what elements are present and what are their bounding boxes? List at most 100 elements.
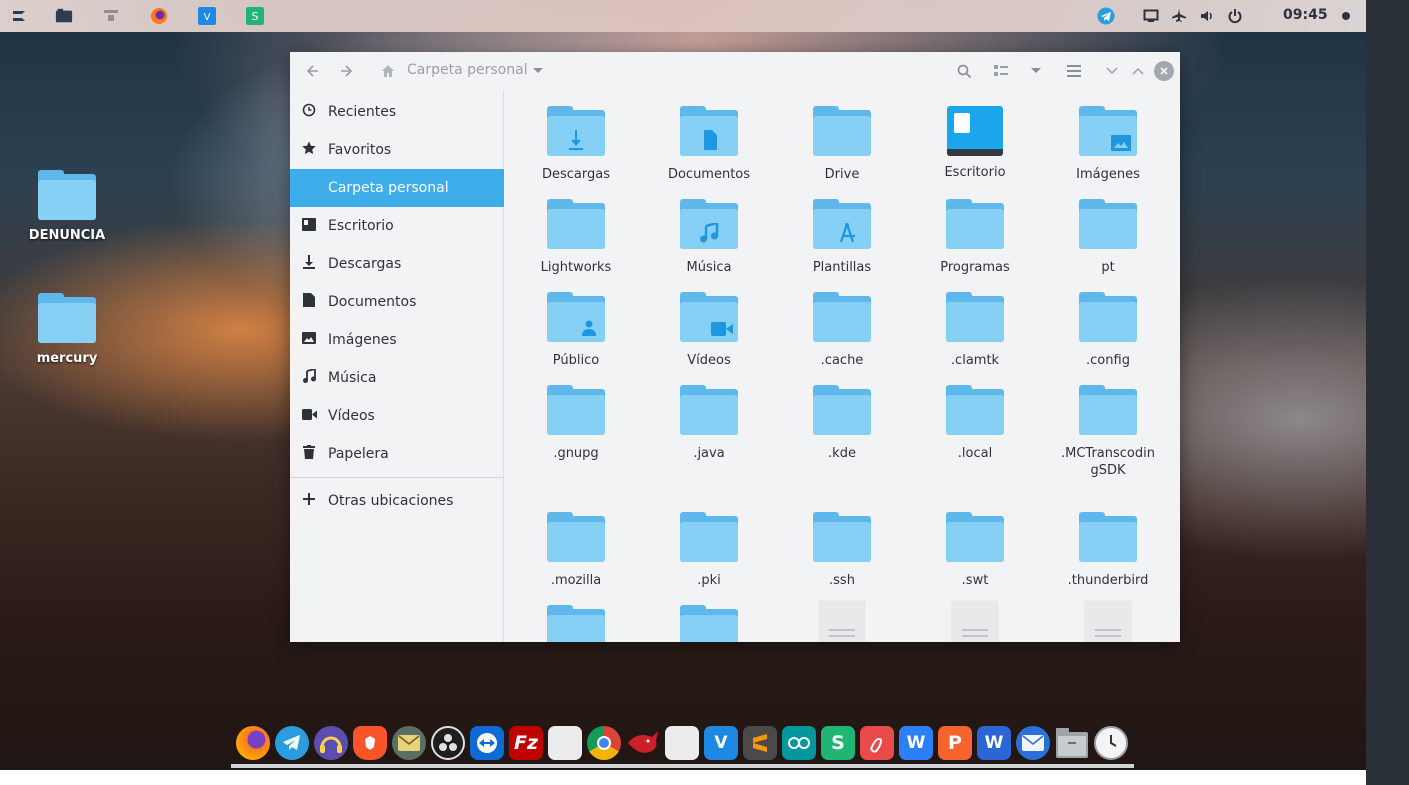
screen-icon[interactable] [1142,7,1160,25]
telegram-icon[interactable] [275,726,309,760]
sidebar-item-musica[interactable]: Música [290,359,504,397]
sidebar-item-label: Documentos [328,294,417,310]
sidebar-item-documentos[interactable]: Documentos [290,283,504,321]
workspace-icon[interactable] [55,7,73,25]
sheets-icon[interactable]: S [246,7,264,25]
close-icon[interactable] [1154,61,1174,81]
telegram-icon[interactable] [1097,7,1115,25]
vscode-icon[interactable]: V [704,726,738,760]
word-icon[interactable]: W [977,726,1011,760]
thunderbird-icon[interactable] [1016,726,1050,760]
sidebar-item-descargas[interactable]: Descargas [290,245,504,283]
clock-icon[interactable] [1094,726,1128,760]
search-icon[interactable] [954,61,974,81]
vscode-icon[interactable]: V [198,7,216,25]
sidebar-item-papelera[interactable]: Papelera [290,435,504,473]
path-bar-current[interactable]: Carpeta personal [407,62,528,78]
folder-icon [680,605,738,642]
folder-icon [1079,292,1137,344]
desktop-icon-mercury[interactable]: mercury [22,293,112,366]
maximize-icon[interactable] [1128,61,1148,81]
file-item-partial[interactable] [1048,601,1168,642]
teamviewer-icon[interactable] [470,726,504,760]
file-item-imagenes[interactable]: Imágenes [1048,106,1168,183]
arduino-icon[interactable] [782,726,816,760]
forward-arrow-icon[interactable] [336,61,356,81]
mail-app-icon[interactable] [392,726,426,760]
file-item-partial[interactable] [649,605,769,642]
airplane-icon[interactable] [1170,7,1188,25]
file-item-label: .config [1086,353,1130,368]
presentation-icon[interactable]: P [938,726,972,760]
firefox-icon[interactable] [236,726,270,760]
file-item-videos[interactable]: Vídeos [649,292,769,369]
file-item-mctranscodingsdk[interactable]: .MCTranscodingSDK [1048,385,1168,479]
file-item-java[interactable]: .java [649,385,769,462]
file-item-descargas[interactable]: Descargas [516,106,636,183]
obs-icon[interactable] [431,726,465,760]
file-item-pki[interactable]: .pki [649,512,769,589]
notification-dot-icon[interactable] [1337,7,1355,25]
sidebar-item-recientes[interactable]: Recientes [290,93,504,131]
view-list-icon[interactable] [991,61,1011,81]
home-icon[interactable] [378,61,398,81]
file-item-escritorio[interactable]: Escritorio [915,106,1035,181]
file-item-publico[interactable]: Público [516,292,636,369]
file-item-thunderbird[interactable]: .thunderbird [1048,512,1168,589]
pdf-icon[interactable] [860,726,894,760]
sidebar-item-favoritos[interactable]: Favoritos [290,131,504,169]
file-item-local[interactable]: .local [915,385,1035,462]
sidebar-item-otras-ubicaciones[interactable]: Otras ubicaciones [290,482,504,520]
file-item-clamtk[interactable]: .clamtk [915,292,1035,369]
minimize-icon[interactable] [1102,61,1122,81]
view-options-chevron-icon[interactable] [1026,61,1046,81]
file-item-swt[interactable]: .swt [915,512,1035,589]
desktop-icon-denuncia[interactable]: DENUNCIA [22,170,112,243]
file-item-gnupg[interactable]: .gnupg [516,385,636,462]
file-item-programas[interactable]: Programas [915,199,1035,276]
power-icon[interactable] [1226,7,1244,25]
file-item-label: Descargas [541,167,610,182]
sublime-icon[interactable] [743,726,777,760]
back-arrow-icon[interactable] [303,61,323,81]
files-icon[interactable] [1055,726,1089,760]
file-item-documentos[interactable]: Documentos [649,106,769,183]
chrome-icon[interactable] [587,726,621,760]
sidebar-item-escritorio[interactable]: Escritorio [290,207,504,245]
zorin-menu-icon[interactable] [10,7,28,25]
file-item-partial[interactable] [516,605,636,642]
clock-label[interactable]: 09:45 [1283,7,1328,23]
file-item-lightworks[interactable]: Lightworks [516,199,636,276]
sidebar-item-carpeta-personal[interactable]: Carpeta personal [290,169,504,207]
sheets-icon[interactable]: S [821,726,855,760]
sidebar-item-label: Imágenes [328,332,397,348]
hamburger-menu-icon[interactable] [1064,61,1084,81]
file-item-kde[interactable]: .kde [782,385,902,462]
file-item-partial[interactable] [915,601,1035,642]
file-item-drive[interactable]: Drive [782,106,902,183]
network-icon[interactable] [102,7,120,25]
path-menu-chevron-icon[interactable] [528,61,548,81]
file-item-pt[interactable]: pt [1048,199,1168,276]
file-item-partial[interactable] [782,601,902,642]
blank-app-icon-2[interactable] [665,726,699,760]
audio-app-icon[interactable] [314,726,348,760]
firefox-icon[interactable] [150,7,168,25]
file-item-label: Plantillas [812,260,872,275]
file-item-mozilla[interactable]: .mozilla [516,512,636,589]
file-item-ssh[interactable]: .ssh [782,512,902,589]
file-item-plantillas[interactable]: Plantillas [782,199,902,276]
file-item-label: .thunderbird [1067,573,1149,588]
brave-icon[interactable] [353,726,387,760]
filezilla-icon[interactable]: Fz [509,726,543,760]
shark-app-icon[interactable] [626,726,660,760]
sidebar-item-videos[interactable]: Vídeos [290,397,504,435]
file-item-config[interactable]: .config [1048,292,1168,369]
blank-app-icon[interactable] [548,726,582,760]
sidebar-item-imagenes[interactable]: Imágenes [290,321,504,359]
writer-icon[interactable]: W [899,726,933,760]
volume-icon[interactable] [1198,7,1216,25]
file-item-musica[interactable]: Música [649,199,769,276]
sidebar-separator [290,477,504,478]
file-item-cache[interactable]: .cache [782,292,902,369]
